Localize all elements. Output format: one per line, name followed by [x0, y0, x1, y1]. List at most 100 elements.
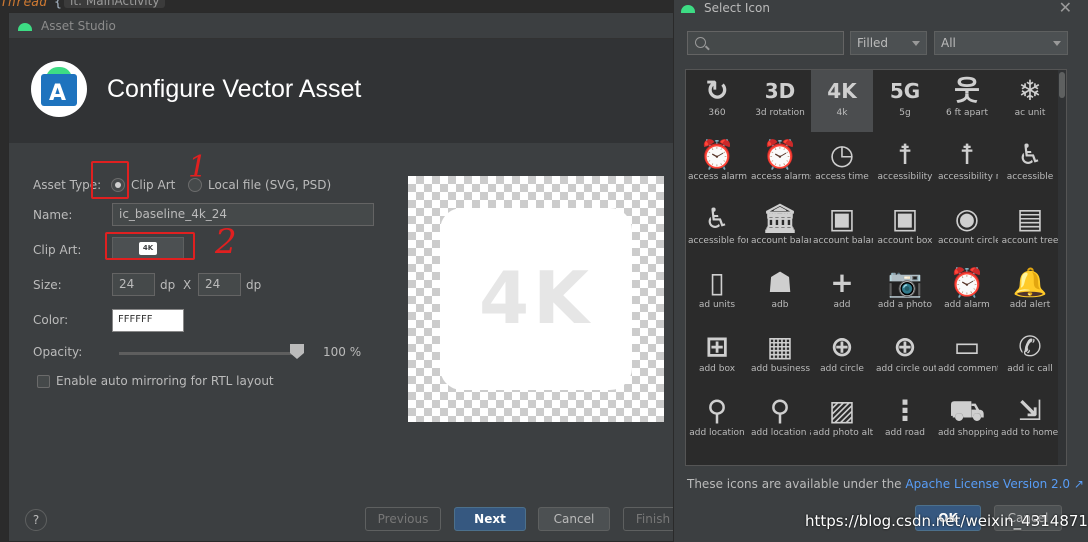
window-title: Asset Studio	[41, 18, 116, 33]
help-button[interactable]: ?	[25, 509, 47, 531]
icon-cell[interactable]: ⊞ add box	[686, 326, 748, 388]
icon-cell[interactable]: ⚲add location alt	[749, 390, 811, 452]
annotation-number-2: 2	[215, 222, 237, 262]
icon-name: account balance	[751, 236, 811, 246]
rtl-mirroring-checkbox[interactable]	[37, 375, 50, 388]
icon-cell[interactable]: 4K 4k	[811, 70, 873, 132]
previous-button[interactable]: Previous	[365, 507, 441, 531]
icon-cell[interactable]: 🏛account balance	[749, 198, 811, 260]
icon-name: account box	[877, 236, 933, 246]
icon-glyph: ⚲	[769, 394, 791, 427]
icon-cell[interactable]: 5G 5g	[874, 70, 936, 132]
icon-name: add photo alternate	[813, 428, 873, 438]
icon-glyph: ◉	[954, 202, 980, 235]
opacity-slider-track[interactable]	[119, 352, 299, 355]
icon-name: add business	[751, 364, 811, 374]
icon-cell[interactable]: ☗ adb	[749, 262, 811, 324]
icon-cell[interactable]: ♿accessible forward	[686, 198, 748, 260]
annotation-box-clip-art-radio	[91, 161, 129, 199]
icon-cell[interactable]: ⊕ add circle	[811, 326, 873, 388]
icon-glyph: ⏰	[699, 138, 735, 171]
icon-cell[interactable]: ☨accessibility new	[936, 134, 998, 196]
rtl-mirroring-label[interactable]: Enable auto mirroring for RTL layout	[56, 374, 274, 388]
size-width-field[interactable]: 24	[112, 273, 155, 296]
icon-name: 6 ft apart	[946, 108, 988, 118]
icon-name: accessibility new	[938, 172, 998, 182]
icon-glyph: ⊕	[893, 330, 917, 363]
apache-license-link[interactable]: Apache License Version 2.0 ↗	[905, 477, 1084, 491]
icon-cell[interactable]: 📷 add a photo	[874, 262, 936, 324]
icon-glyph: 🔔	[1012, 266, 1048, 299]
icon-glyph: ▣	[891, 202, 919, 235]
icon-glyph: ☨	[897, 138, 913, 171]
select-icon-titlebar[interactable]: Select Icon	[674, 0, 1088, 16]
size-height-field[interactable]: 24	[198, 273, 241, 296]
icon-cell[interactable]: ▦ add business	[749, 326, 811, 388]
icon-cell[interactable]: ⊕add circle outline	[874, 326, 936, 388]
icon-glyph: ⊞	[705, 330, 729, 363]
icon-name: access time	[815, 172, 869, 182]
size-label: Size:	[33, 278, 62, 292]
icon-cell[interactable]: ▤ account tree	[999, 198, 1061, 260]
icon-cell[interactable]: ▣ account box	[874, 198, 936, 260]
opacity-slider-thumb[interactable]	[290, 344, 304, 359]
next-button[interactable]: Next	[454, 507, 526, 531]
icon-cell[interactable]: ⋮ add road	[874, 390, 936, 452]
icon-glyph: ✆	[1018, 330, 1042, 363]
icon-glyph: ↻	[705, 74, 729, 107]
close-icon[interactable]: ✕	[1059, 0, 1072, 17]
icon-cell[interactable]: ▣account balance wallet	[811, 198, 873, 260]
icon-cell[interactable]: ⏰ access alarm	[686, 134, 748, 196]
icon-category-dropdown[interactable]: All	[934, 31, 1068, 55]
name-field[interactable]: ic_baseline_4k_24	[112, 203, 374, 226]
icon-cell[interactable]: ◷ access time	[811, 134, 873, 196]
icon-glyph: +	[830, 266, 854, 299]
icon-cell[interactable]: ❄ ac unit	[999, 70, 1061, 132]
icon-name: account balance wallet	[813, 236, 873, 246]
preview-glyph: 4K	[479, 256, 593, 340]
icon-cell[interactable]: ◉ account circle	[936, 198, 998, 260]
icon-name: accessibility	[877, 172, 933, 182]
name-label: Name:	[33, 208, 73, 222]
cancel-button[interactable]: Cancel	[538, 507, 610, 531]
icon-search-input[interactable]	[687, 31, 844, 55]
icon-name: 360	[708, 108, 726, 118]
asset-studio-titlebar[interactable]: Asset Studio	[9, 13, 687, 39]
icon-name: add location	[689, 428, 745, 438]
local-file-radio-label[interactable]: Local file (SVG, PSD)	[208, 178, 331, 192]
icon-cell[interactable]: 3D 3d rotation	[749, 70, 811, 132]
icon-cell[interactable]: ▭ add comment	[936, 326, 998, 388]
icon-name: add alert	[1009, 300, 1051, 310]
icon-name: add comment	[938, 364, 998, 374]
icon-cell[interactable]: ⇲add to home screen	[999, 390, 1061, 452]
opacity-value: 100 %	[323, 345, 362, 359]
icon-cell[interactable]: ☨ accessibility	[874, 134, 936, 196]
icon-cell[interactable]: 🔔 add alert	[999, 262, 1061, 324]
icon-grid-scrollbar[interactable]	[1058, 70, 1066, 465]
chevron-down-icon	[1053, 41, 1061, 46]
asset-preview: 4K	[408, 176, 664, 422]
icon-cell[interactable]: ↻ 360	[686, 70, 748, 132]
icon-cell[interactable]: ▯ ad units	[686, 262, 748, 324]
icon-cell[interactable]: ▨add photo alternate	[811, 390, 873, 452]
icon-name: adb	[771, 300, 789, 310]
icon-cell[interactable]: ♿ accessible	[999, 134, 1061, 196]
icon-cell[interactable]: ✆ add ic call	[999, 326, 1061, 388]
icon-glyph: ♿	[1017, 138, 1043, 171]
icon-name: access alarms	[751, 172, 811, 182]
icon-cell[interactable]: + add	[811, 262, 873, 324]
chevron-down-icon	[912, 41, 920, 46]
icon-grid: ⇲add to home screen⛟add shopping cart⋮ad…	[685, 69, 1067, 466]
color-swatch[interactable]: FFFFFF	[112, 309, 184, 332]
icon-glyph: ▦	[766, 330, 794, 363]
icon-category-value: All	[941, 36, 956, 50]
icon-glyph: ♿	[704, 202, 730, 235]
icon-style-value: Filled	[857, 36, 889, 50]
icon-cell[interactable]: ⏰ add alarm	[936, 262, 998, 324]
icon-cell[interactable]: ⛟add shopping cart	[936, 390, 998, 452]
clip-art-radio-label[interactable]: Clip Art	[131, 178, 175, 192]
icon-cell[interactable]: ⚲ add location	[686, 390, 748, 452]
icon-style-dropdown[interactable]: Filled	[850, 31, 927, 55]
icon-cell[interactable]: 웃6 ft apart	[936, 70, 998, 132]
icon-cell[interactable]: ⏰ access alarms	[749, 134, 811, 196]
